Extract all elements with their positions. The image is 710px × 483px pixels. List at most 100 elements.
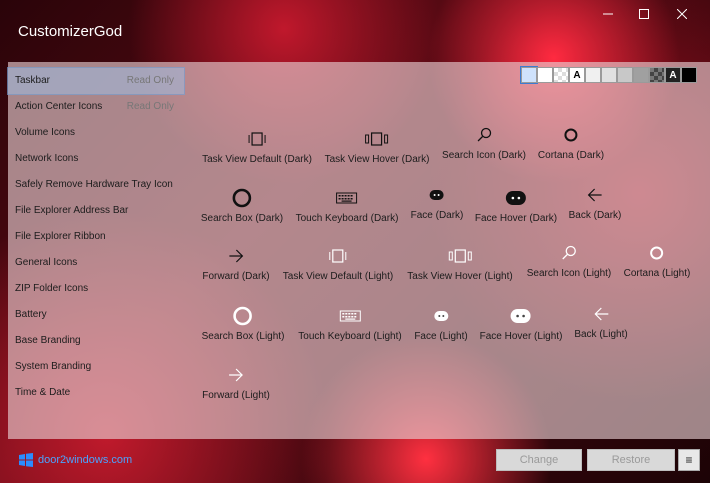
icon-task-view-default-dark[interactable]: Task View Default (Dark) (202, 128, 312, 165)
menu-button[interactable]: ≡ (678, 449, 700, 471)
cortana-icon (564, 128, 578, 142)
icon-label: Task View Default (Light) (282, 271, 394, 282)
sidebar-item-action-center-icons[interactable]: Action Center Icons Read Only (8, 94, 184, 120)
keyboard-icon (336, 192, 358, 204)
icon-label: Touch Keyboard (Dark) (295, 213, 399, 224)
task-view-hover-icon (365, 132, 389, 146)
icon-label: Task View Hover (Dark) (324, 154, 430, 165)
sidebar-item-network-icons[interactable]: Network Icons (8, 146, 184, 172)
face-icon (433, 311, 448, 321)
sidebar-item-label: Battery (15, 309, 47, 320)
swatch-checker[interactable] (553, 67, 569, 83)
sidebar-item-safely-remove-hardware[interactable]: Safely Remove Hardware Tray Icon (8, 172, 184, 198)
face-hover-icon (511, 309, 531, 323)
read-only-note: Read Only (126, 75, 174, 86)
icon-search-dark[interactable]: Search Icon (Dark) (442, 124, 526, 161)
brand-text: door2windows.com (38, 454, 133, 466)
task-view-hover-icon (448, 249, 472, 263)
icon-back-dark[interactable]: Back (Dark) (569, 184, 621, 221)
sidebar-item-label: General Icons (15, 257, 78, 268)
icon-forward-light[interactable]: Forward (Light) (202, 364, 270, 401)
icon-label: Forward (Dark) (202, 271, 270, 282)
icon-forward-dark[interactable]: Forward (Dark) (202, 245, 270, 282)
swatch-letter-a[interactable]: A (569, 67, 585, 83)
icon-cortana-light[interactable]: Cortana (Light) (623, 242, 691, 279)
sidebar-item-label: Action Center Icons (15, 101, 103, 112)
swatch-black[interactable] (681, 67, 697, 83)
hamburger-icon: ≡ (685, 453, 693, 467)
swatch-gray-2[interactable] (601, 67, 617, 83)
sidebar-item-base-branding[interactable]: Base Branding (8, 328, 184, 354)
sidebar-item-label: File Explorer Ribbon (15, 231, 106, 242)
sidebar-item-system-branding[interactable]: System Branding (8, 354, 184, 380)
sidebar-item-time-date[interactable]: Time & Date (8, 380, 184, 406)
icon-task-view-hover-dark[interactable]: Task View Hover (Dark) (324, 128, 430, 165)
icon-search-box-light[interactable]: Search Box (Light) (201, 305, 285, 342)
icon-label: Search Icon (Dark) (442, 150, 526, 161)
sidebar-item-zip-folder-icons[interactable]: ZIP Folder Icons (8, 276, 184, 302)
maximize-button[interactable] (626, 0, 662, 28)
read-only-note: Read Only (126, 101, 174, 112)
back-arrow-icon (588, 188, 602, 202)
swatch-letter-a-dark[interactable]: A (665, 67, 681, 83)
forward-arrow-icon (228, 249, 243, 263)
sidebar-item-label: Network Icons (15, 153, 79, 164)
sidebar-item-battery[interactable]: Battery (8, 302, 184, 328)
sidebar-item-file-explorer-address-bar[interactable]: File Explorer Address Bar (8, 198, 184, 224)
minimize-button[interactable] (590, 0, 626, 28)
brand-link[interactable]: door2windows.com (18, 452, 132, 468)
search-box-icon (233, 306, 253, 326)
icon-label: Task View Hover (Light) (407, 271, 513, 282)
close-button[interactable] (664, 0, 700, 28)
icon-label: Cortana (Dark) (537, 150, 605, 161)
icon-task-view-hover-light[interactable]: Task View Hover (Light) (407, 245, 513, 282)
icon-touch-keyboard-dark[interactable]: Touch Keyboard (Dark) (295, 187, 399, 224)
swatch-gray-1[interactable] (585, 67, 601, 83)
app-title: CustomizerGod (18, 23, 123, 40)
sidebar-item-taskbar[interactable]: Taskbar Read Only (7, 67, 185, 95)
icon-cortana-dark[interactable]: Cortana (Dark) (538, 124, 604, 161)
icon-label: Search Box (Light) (201, 331, 285, 342)
sidebar-item-label: Taskbar (15, 75, 51, 86)
search-box-icon (232, 188, 252, 208)
task-view-icon (329, 249, 347, 263)
windows-logo-icon (19, 453, 33, 467)
forward-arrow-icon (229, 368, 243, 382)
icon-label: Search Icon (Light) (526, 268, 612, 279)
icon-task-view-default-light[interactable]: Task View Default (Light) (283, 245, 393, 282)
sidebar-item-label: Time & Date (15, 387, 71, 398)
sidebar-item-label: System Branding (15, 361, 92, 372)
sidebar-item-volume-icons[interactable]: Volume Icons (8, 120, 184, 146)
icon-label: Forward (Light) (202, 390, 270, 401)
sidebar-item-file-explorer-ribbon[interactable]: File Explorer Ribbon (8, 224, 184, 250)
restore-button[interactable]: Restore (587, 449, 675, 471)
category-sidebar: Taskbar Read Only Action Center Icons Re… (7, 67, 185, 406)
swatch-gray-4[interactable] (633, 67, 649, 83)
face-hover-icon (506, 191, 526, 205)
icon-face-hover-light[interactable]: Face Hover (Light) (479, 305, 563, 342)
change-button[interactable]: Change (496, 449, 582, 471)
maximize-icon (639, 9, 649, 19)
icon-touch-keyboard-light[interactable]: Touch Keyboard (Light) (298, 305, 402, 342)
swatch-white[interactable] (537, 67, 553, 83)
close-icon (677, 9, 687, 19)
icon-face-light[interactable]: Face (Light) (414, 305, 468, 342)
swatch-light-blue[interactable] (520, 66, 538, 84)
task-view-icon (248, 132, 266, 146)
icon-search-light[interactable]: Search Icon (Light) (526, 242, 612, 279)
title-bar: CustomizerGod (0, 0, 710, 60)
swatch-gray-3[interactable] (617, 67, 633, 83)
sidebar-item-general-icons[interactable]: General Icons (8, 250, 184, 276)
icon-label: Cortana (Light) (623, 268, 691, 279)
swatch-checker-dark[interactable] (649, 67, 665, 83)
icon-label: Touch Keyboard (Light) (298, 331, 402, 342)
search-icon (477, 127, 492, 142)
sidebar-item-label: Base Branding (15, 335, 81, 346)
icon-face-hover-dark[interactable]: Face Hover (Dark) (475, 187, 557, 224)
icon-back-light[interactable]: Back (Light) (574, 303, 628, 340)
icon-face-dark[interactable]: Face (Dark) (411, 184, 463, 221)
icon-search-box-dark[interactable]: Search Box (Dark) (201, 187, 283, 224)
sidebar-item-label: Safely Remove Hardware Tray Icon (15, 179, 173, 190)
sidebar-item-label: Volume Icons (15, 127, 76, 138)
icon-label: Face Hover (Light) (479, 331, 563, 342)
